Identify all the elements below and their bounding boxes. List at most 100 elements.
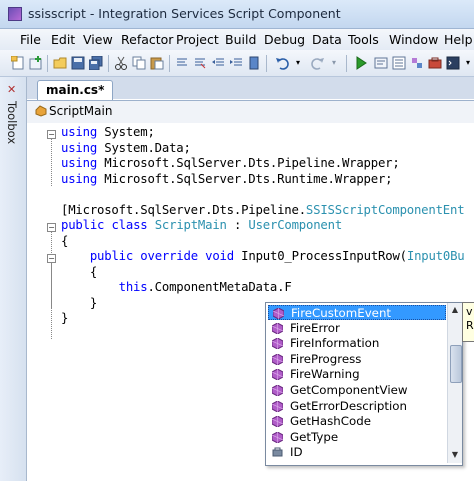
outdent-icon[interactable] [210, 55, 226, 71]
code-token: { [61, 264, 98, 279]
scroll-thumb[interactable] [450, 345, 462, 383]
collapse-method-icon[interactable]: − [47, 254, 56, 263]
menu-debug[interactable]: Debug [264, 32, 305, 47]
code-token: class [111, 218, 148, 232]
code-token: UserComponent [248, 218, 343, 232]
code-line[interactable]: this.ComponentMetaData.F [61, 280, 292, 294]
code-token: public [61, 218, 105, 232]
code-line[interactable]: public override void Input0_ProcessInput… [61, 249, 465, 263]
method-icon [271, 368, 284, 381]
completion-item[interactable]: GetComponentView [268, 383, 446, 398]
completion-item-label: GetHashCode [290, 414, 371, 429]
method-icon [272, 307, 285, 320]
save-icon[interactable] [70, 55, 86, 71]
add-item-icon[interactable] [28, 55, 44, 71]
solution-explorer-icon[interactable] [373, 55, 389, 71]
completion-item[interactable]: FireProgress [268, 352, 446, 367]
code-line[interactable]: using System; [61, 125, 155, 139]
toolbox-toolbar-icon[interactable] [427, 55, 443, 71]
toolbox-pin-icon[interactable]: ✕ [7, 83, 19, 96]
code-token: void [205, 249, 234, 263]
new-project-icon[interactable] [10, 55, 26, 71]
class-icon [35, 105, 47, 117]
start-debug-icon[interactable] [353, 55, 369, 71]
completion-item[interactable]: FireError [268, 321, 446, 336]
completion-item[interactable]: ID [268, 445, 446, 460]
menu-build[interactable]: Build [225, 32, 256, 47]
completion-item[interactable]: GetErrorDescription [268, 399, 446, 414]
completion-item[interactable]: GetHashCode [268, 414, 446, 429]
code-token: this [118, 280, 148, 294]
save-all-icon[interactable] [88, 55, 104, 71]
code-line[interactable]: public class ScriptMain : UserComponent [61, 218, 342, 232]
code-line[interactable]: [Microsoft.SqlServer.Dts.Pipeline.SSISSc… [61, 203, 465, 217]
command-window-icon[interactable] [445, 55, 461, 71]
code-token: } [61, 311, 69, 325]
paste-icon[interactable] [149, 55, 165, 71]
code-line[interactable]: using System.Data; [61, 141, 191, 155]
completion-scrollbar[interactable]: ▲ ▼ [447, 303, 462, 463]
completion-item[interactable]: FireWarning [268, 367, 446, 382]
collapse-usings-icon[interactable]: − [47, 130, 56, 139]
comment-icon[interactable] [174, 55, 190, 71]
property-icon [272, 447, 283, 458]
scroll-up-icon[interactable]: ▲ [449, 304, 461, 316]
tooltip-line-2: R [466, 319, 474, 332]
intellisense-completion-list[interactable]: ▲ ▼ FireCustomEvent FireError FireInformat… [265, 302, 463, 466]
menu-project[interactable]: Project [176, 32, 219, 47]
code-line[interactable]: } [61, 311, 68, 325]
menu-file[interactable]: File [20, 32, 41, 47]
open-file-icon[interactable] [52, 55, 68, 71]
code-token: : [226, 218, 249, 232]
class-selector[interactable]: ScriptMain [49, 104, 112, 118]
code-token: public [89, 249, 134, 263]
menu-window[interactable]: Window [389, 32, 438, 47]
bookmark-icon[interactable] [246, 55, 262, 71]
collapse-class-icon[interactable]: − [47, 223, 56, 232]
undo-icon[interactable] [274, 55, 290, 71]
properties-icon[interactable] [391, 55, 407, 71]
menu-refactor[interactable]: Refactor [121, 32, 173, 47]
copy-icon[interactable] [131, 55, 147, 71]
title-bar: ssisscript - Integration Services Script… [0, 0, 474, 29]
code-line[interactable]: { [61, 234, 68, 248]
uncomment-icon[interactable] [192, 55, 208, 71]
method-icon [271, 384, 284, 397]
code-token: System.Data; [97, 140, 191, 155]
toolbox-panel[interactable]: ✕ Toolbox [0, 77, 27, 481]
code-line[interactable]: { [61, 265, 97, 279]
member-tooltip: v R [462, 302, 474, 342]
code-token: Input0Bu [406, 249, 465, 263]
tab-main-cs[interactable]: main.cs* [37, 80, 113, 100]
menu-help[interactable]: Help [444, 32, 473, 47]
code-line[interactable]: } [61, 296, 97, 310]
menu-tools[interactable]: Tools [348, 32, 379, 47]
method-icon [271, 337, 284, 350]
completion-item[interactable]: GetType [268, 430, 446, 445]
class-navigation-bar[interactable]: ScriptMain [27, 100, 474, 124]
scroll-down-icon[interactable]: ▼ [449, 449, 461, 461]
code-line[interactable]: using Microsoft.SqlServer.Dts.Runtime.Wr… [61, 171, 393, 186]
document-tab-strip: main.cs* [27, 77, 474, 100]
toolbar-overflow-icon[interactable]: ▾ [460, 55, 474, 71]
menu-view[interactable]: View [83, 32, 113, 47]
code-token: using [61, 171, 98, 186]
indent-icon[interactable] [228, 55, 244, 71]
completion-item[interactable]: FireCustomEvent [268, 305, 446, 320]
code-line[interactable]: using Microsoft.SqlServer.Dts.Pipeline.W… [61, 156, 400, 170]
completion-item[interactable]: FireInformation [268, 336, 446, 351]
toolbox-label[interactable]: Toolbox [5, 101, 19, 144]
completion-item-label: FireInformation [290, 336, 380, 351]
completion-item-label: GetErrorDescription [290, 398, 407, 413]
redo-dropdown-icon[interactable]: ▾ [326, 55, 342, 71]
code-token: Input0_ProcessInputRow( [233, 249, 407, 263]
cut-icon[interactable] [113, 55, 129, 71]
completion-item-label: GetComponentView [290, 383, 408, 397]
menu-data[interactable]: Data [312, 32, 342, 47]
menu-edit[interactable]: Edit [51, 32, 75, 47]
redo-icon[interactable] [310, 55, 326, 71]
undo-dropdown-icon[interactable]: ▾ [290, 55, 306, 71]
object-browser-icon[interactable] [409, 55, 425, 71]
completion-item-label: FireError [290, 320, 340, 335]
code-token: using [61, 125, 98, 139]
